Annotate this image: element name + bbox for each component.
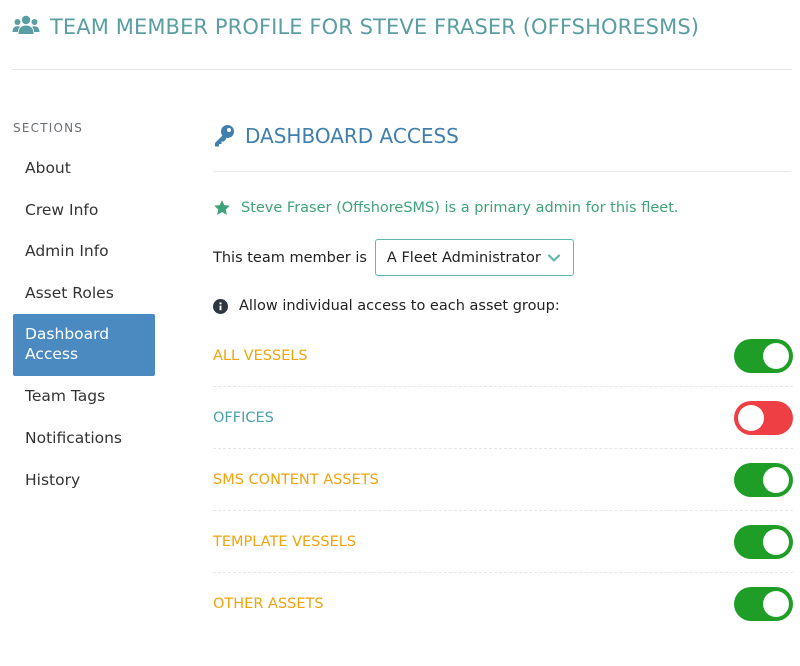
info-icon <box>213 298 228 314</box>
member-role-row: This team member is A Fleet Administrato… <box>213 239 574 276</box>
sidebar-item-history[interactable]: History <box>13 460 155 502</box>
sidebar-item-crew-info[interactable]: Crew Info <box>13 190 155 232</box>
key-icon <box>215 125 234 147</box>
toggle-knob <box>763 342 789 369</box>
sidebar-item-asset-roles[interactable]: Asset Roles <box>13 273 155 315</box>
member-role-label: This team member is <box>213 249 367 266</box>
asset-group-row: OFFICES <box>213 387 793 449</box>
role-select-value: A Fleet Administrator <box>386 249 541 266</box>
page-title: TEAM MEMBER PROFILE FOR STEVE FRASER (OF… <box>50 15 700 39</box>
allow-access-note: Allow individual access to each asset gr… <box>213 298 560 314</box>
sidebar-item-team-tags[interactable]: Team Tags <box>13 376 155 418</box>
other-assets-toggle[interactable] <box>734 587 793 621</box>
asset-group-row: SMS CONTENT ASSETS <box>213 449 793 511</box>
template-vessels-toggle[interactable] <box>734 524 793 559</box>
sidebar-item-dashboard-access[interactable]: Dashboard Access <box>13 314 155 377</box>
offices-toggle[interactable] <box>734 400 793 435</box>
role-select[interactable]: A Fleet Administrator <box>374 239 574 276</box>
toggle-knob <box>738 404 764 431</box>
chevron-down-icon <box>547 253 561 262</box>
asset-group-label: ALL VESSELS <box>213 347 308 364</box>
users-icon <box>12 15 40 34</box>
section-header: DASHBOARD ACCESS <box>213 122 791 172</box>
asset-group-list: ALL VESSELS OFFICES SMS CONTENT ASSETS T… <box>213 325 793 635</box>
asset-group-row: TEMPLATE VESSELS <box>213 511 793 573</box>
sections-nav: About Crew Info Admin Info Asset Roles D… <box>13 148 155 501</box>
asset-group-row: ALL VESSELS <box>213 325 793 387</box>
sidebar-item-notifications[interactable]: Notifications <box>13 418 155 460</box>
primary-admin-text: Steve Fraser (OffshoreSMS) is a primary … <box>241 200 679 216</box>
all-vessels-toggle[interactable] <box>734 338 793 373</box>
star-icon <box>214 200 230 215</box>
sections-heading: SECTIONS <box>13 121 84 135</box>
sms-content-assets-toggle[interactable] <box>734 462 793 497</box>
section-title: DASHBOARD ACCESS <box>245 124 459 148</box>
allow-access-text: Allow individual access to each asset gr… <box>239 298 560 314</box>
sidebar-item-about[interactable]: About <box>13 148 155 190</box>
asset-group-label: OFFICES <box>213 409 274 426</box>
primary-admin-note: Steve Fraser (OffshoreSMS) is a primary … <box>213 199 679 217</box>
asset-group-label: OTHER ASSETS <box>213 596 324 612</box>
page-header: TEAM MEMBER PROFILE FOR STEVE FRASER (OF… <box>12 8 792 70</box>
asset-group-label: TEMPLATE VESSELS <box>213 533 357 550</box>
toggle-knob <box>763 466 789 493</box>
sidebar-item-admin-info[interactable]: Admin Info <box>13 231 155 273</box>
asset-group-label: SMS CONTENT ASSETS <box>213 471 379 488</box>
toggle-knob <box>763 528 789 555</box>
asset-group-row: OTHER ASSETS <box>213 573 793 635</box>
toggle-knob <box>763 591 789 617</box>
